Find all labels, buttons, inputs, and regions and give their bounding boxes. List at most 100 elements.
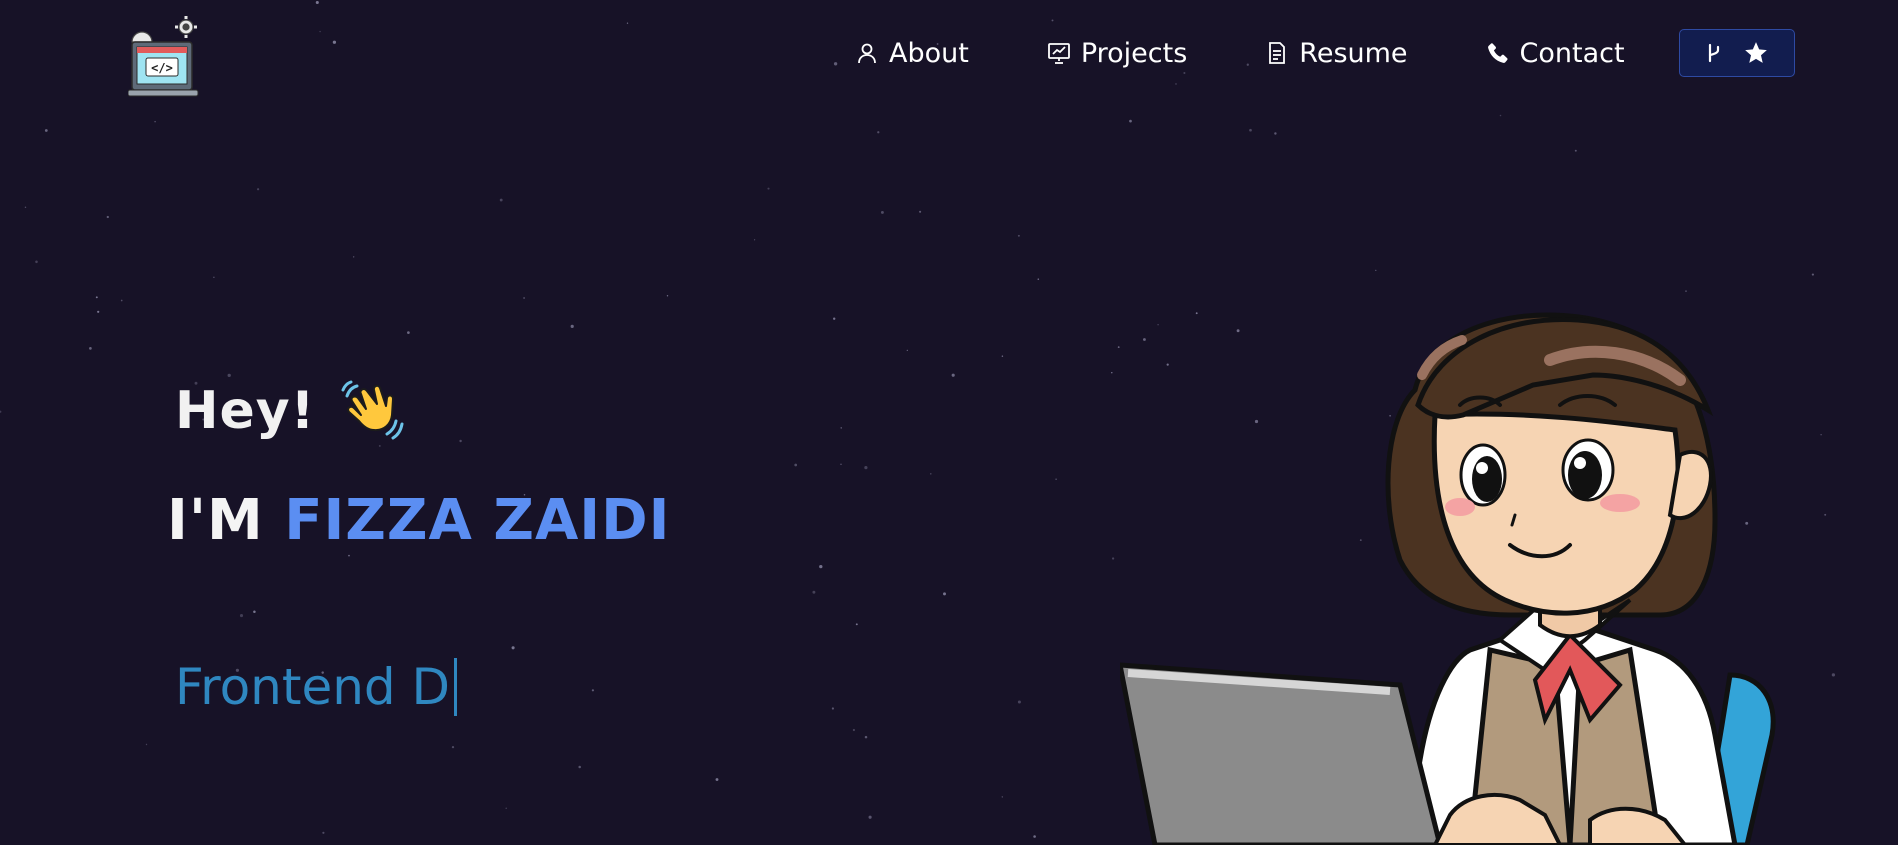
waving-hand-icon [341, 380, 404, 440]
star-icon [1744, 42, 1767, 63]
star-dot [794, 463, 798, 467]
star-dot [1824, 513, 1827, 516]
star-dot [767, 187, 770, 190]
star-dot [812, 590, 816, 594]
main-nav: About Projects Resume Contact [855, 28, 1795, 78]
star-dot [499, 198, 503, 202]
star-dot [754, 239, 756, 241]
typed-role-text: Frontend D [175, 658, 451, 716]
star-dot [919, 210, 922, 213]
star-dot [353, 256, 355, 258]
star-dot [833, 62, 838, 66]
star-dot [930, 473, 932, 475]
star-dot [120, 299, 123, 302]
star-dot [855, 623, 858, 626]
star-dot [1111, 557, 1115, 560]
star-dot [578, 765, 581, 769]
star-dot [1574, 149, 1577, 152]
star-dot [95, 296, 98, 299]
user-icon [855, 41, 879, 65]
nav-contact-link[interactable]: Contact [1486, 38, 1625, 69]
star-dot [239, 614, 244, 618]
star-dot [505, 807, 507, 809]
phone-icon [1486, 41, 1510, 65]
star-dot [1831, 673, 1836, 677]
name-prefix: I'M [167, 488, 264, 553]
star-dot [106, 215, 109, 219]
nav-about-label: About [889, 37, 969, 69]
github-fork-star-button[interactable] [1678, 29, 1795, 77]
star-dot [511, 646, 515, 650]
star-dot [315, 0, 319, 5]
star-dot [332, 40, 337, 44]
star-dot [1037, 278, 1040, 280]
star-dot [348, 554, 350, 557]
star-dot [35, 260, 38, 264]
star-dot [145, 743, 148, 746]
site-logo[interactable]: </> [127, 12, 212, 98]
hero-greeting: Hey! [175, 378, 405, 444]
nav-resume-label: Resume [1299, 37, 1408, 69]
presentation-chart-icon [1047, 41, 1071, 65]
star-dot [626, 22, 629, 24]
star-dot [1051, 19, 1054, 22]
star-dot [1129, 119, 1132, 123]
star-dot [1017, 700, 1021, 704]
nav-projects-label: Projects [1080, 37, 1188, 69]
nav-about-link[interactable]: About [855, 38, 969, 69]
star-dot [44, 129, 48, 132]
star-dot [1175, 83, 1177, 85]
star-dot [0, 410, 2, 413]
star-dot [24, 206, 27, 209]
star-dot [1017, 234, 1020, 237]
star-dot [253, 610, 256, 613]
star-dot [213, 276, 215, 279]
star-dot [880, 210, 884, 214]
star-dot [1001, 796, 1003, 798]
star-dot [852, 728, 855, 732]
star-dot [868, 815, 872, 819]
star-dot [378, 444, 381, 447]
hero-name-heading: I'M FIZZA ZAIDI [167, 488, 670, 553]
star-dot [1274, 132, 1277, 135]
star-dot [1111, 372, 1113, 374]
star-dot [1033, 835, 1036, 838]
star-dot [840, 463, 842, 465]
nav-resume-link[interactable]: Resume [1265, 37, 1408, 69]
nav-projects-link[interactable]: Projects [1047, 38, 1187, 69]
star-dot [943, 592, 946, 596]
star-dot [322, 831, 325, 834]
laptop-code-logo-icon: </> [127, 16, 199, 97]
star-dot [715, 778, 719, 781]
star-dot [831, 707, 835, 710]
typing-cursor [454, 658, 458, 716]
star-dot [840, 427, 842, 429]
star-dot [819, 564, 823, 569]
star-dot [906, 349, 908, 352]
star-dot [1820, 434, 1822, 436]
svg-text:</>: </> [151, 61, 173, 75]
star-dot [459, 439, 462, 443]
girl-with-laptop-illustration [1120, 312, 1776, 845]
star-dot [570, 324, 574, 328]
star-dot [89, 347, 92, 350]
star-dot [97, 310, 100, 313]
greeting-text: Hey! [175, 381, 316, 441]
star-dot [1001, 355, 1004, 357]
document-icon [1265, 41, 1289, 65]
star-dot [591, 689, 595, 692]
star-dot [1249, 128, 1252, 132]
star-dot [864, 466, 868, 470]
star-dot [1055, 478, 1057, 480]
star-dot [877, 131, 880, 134]
nav-contact-label: Contact [1519, 37, 1625, 69]
typewriter-role: Frontend D [175, 658, 458, 716]
star-dot [951, 373, 955, 377]
star-dot [666, 295, 669, 297]
star-dot [257, 188, 260, 191]
star-dot [407, 331, 410, 334]
star-dot [451, 745, 455, 749]
name-highlight: FIZZA ZAIDI [284, 488, 671, 553]
star-dot [319, 30, 321, 33]
star-dot [227, 373, 231, 378]
